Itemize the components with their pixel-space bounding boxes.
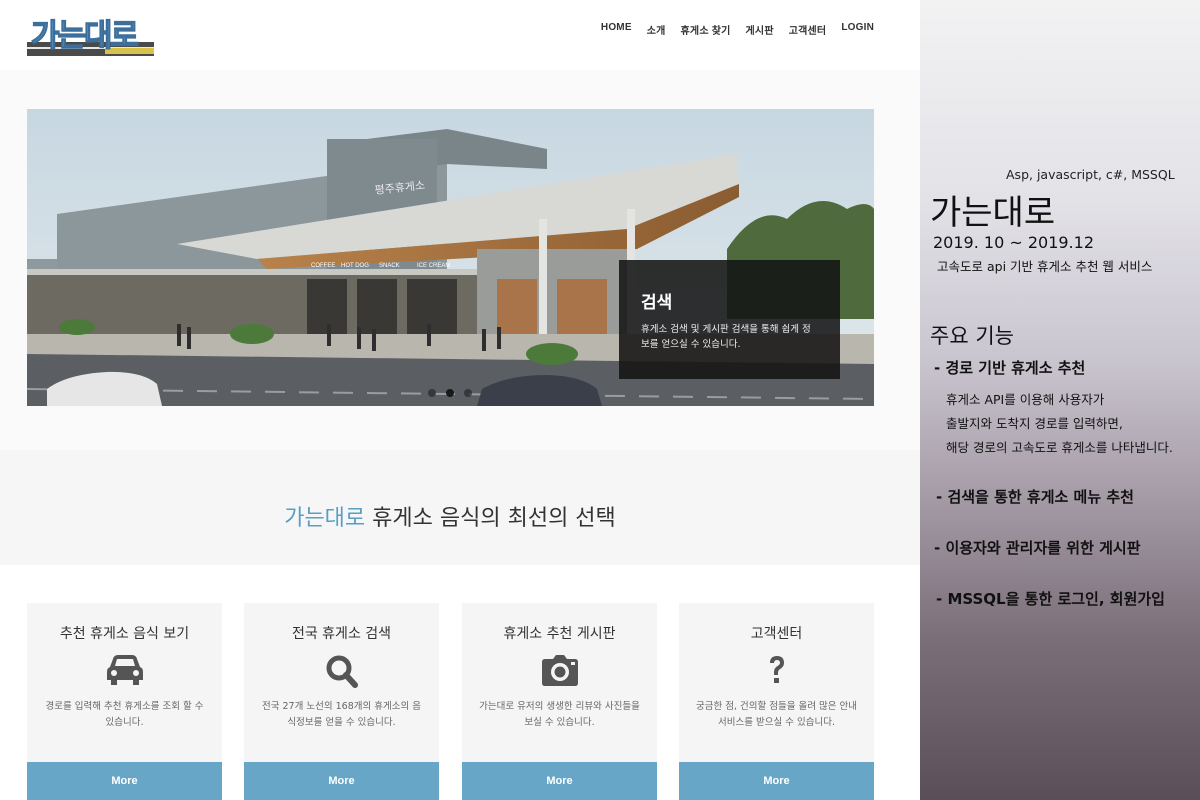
slider-dot-1[interactable] (428, 389, 436, 397)
card-title: 추천 휴게소 음식 보기 (59, 626, 190, 642)
features-heading: 주요 기능 (930, 324, 1014, 348)
nav-login[interactable]: LOGIN (841, 22, 874, 37)
shop-sign-coffee: COFFEE (311, 263, 335, 269)
project-title: 가는대로 (930, 193, 1056, 233)
feature-description-line: 휴게소 API를 이용해 사용자가 (946, 392, 1105, 407)
feature-description-line: 출발지와 도착지 경로를 입력하면, (946, 416, 1123, 431)
project-summary: 고속도로 api 기반 휴게소 추천 웹 서비스 (937, 259, 1153, 274)
card-desc: 전국 27개 노선의 168개의 휴게소의 음식정보를 얻을 수 있습니다. (262, 701, 421, 728)
feature-item: - 검색을 통한 휴게소 메뉴 추천 (936, 488, 1134, 506)
nav-about[interactable]: 소개 (647, 22, 666, 37)
feature-description: 휴게소 API를 이용해 사용자가 출발지와 도착지 경로를 입력하면, 해당 … (946, 388, 1173, 460)
svg-text:가는대로: 가는대로 (31, 18, 139, 54)
tagline: 가는대로 휴게소 음식의 최선의 선택 (0, 500, 900, 532)
nav-board[interactable]: 게시판 (746, 22, 774, 37)
card-desc: 궁금한 점, 건의할 점들을 올려 많은 안내 서비스를 받으실 수 있습니다. (696, 701, 857, 728)
feature-item: - 경로 기반 휴게소 추천 (934, 359, 1086, 377)
feature-item: - MSSQL을 통한 로그인, 회원가입 (936, 590, 1165, 608)
shop-sign-hotdog: HOT DOG (341, 263, 369, 269)
card-recommend-food: 추천 휴게소 음식 보기 경로를 입력해 추천 휴게소를 조회 할 수 있습니다… (27, 603, 222, 800)
camera-icon (540, 653, 580, 689)
feature-item: - 이용자와 관리자를 위한 게시판 (934, 539, 1141, 557)
main-nav: HOME 소개 휴게소 찾기 게시판 고객센터 LOGIN (601, 22, 874, 37)
more-button[interactable]: More (462, 762, 657, 800)
search-icon (322, 653, 362, 689)
hero-caption-title: 검색 (641, 293, 673, 313)
car-icon (105, 653, 145, 689)
card-desc: 가는대로 유저의 생생한 리뷰와 사진들을 보실 수 있습니다. (479, 701, 640, 728)
card-board: 휴게소 추천 게시판 가는대로 유저의 생생한 리뷰와 사진들을 보실 수 있습… (462, 603, 657, 800)
project-period: 2019. 10 ~ 2019.12 (933, 233, 1094, 252)
card-title: 휴게소 추천 게시판 (503, 626, 616, 642)
more-button[interactable]: More (27, 762, 222, 800)
site-header: 가는대로 HOME 소개 휴게소 찾기 게시판 고객센터 LOGIN (0, 0, 920, 70)
tagline-brand: 가는대로 (284, 506, 366, 531)
hero-caption: 검색 휴게소 검색 및 게시판 검색을 통해 쉽게 정보를 얻으실 수 있습니다… (619, 260, 840, 379)
shop-sign-icecream: ICE CREAM (417, 263, 450, 269)
website-screenshot: 가는대로 HOME 소개 휴게소 찾기 게시판 고객센터 LOGIN 평주휴게소… (0, 0, 920, 800)
question-icon (757, 653, 797, 689)
card-support: 고객센터 궁금한 점, 건의할 점들을 올려 많은 안내 서비스를 받으실 수 … (679, 603, 874, 800)
tagline-text: 휴게소 음식의 최선의 선택 (365, 506, 616, 531)
more-button[interactable]: More (244, 762, 439, 800)
site-logo[interactable]: 가는대로 (27, 14, 154, 60)
nav-support[interactable]: 고객센터 (789, 22, 827, 37)
hero-caption-text: 휴게소 검색 및 게시판 검색을 통해 쉽게 정보를 얻으실 수 있습니다. (641, 324, 811, 350)
project-description-panel: Asp, javascript, c#, MSSQL 가는대로 2019. 10… (920, 0, 1200, 800)
card-desc: 경로를 입력해 추천 휴게소를 조회 할 수 있습니다. (45, 701, 204, 728)
nav-home[interactable]: HOME (601, 22, 632, 37)
slider-dot-2[interactable] (446, 389, 454, 397)
card-search-rest-area: 전국 휴게소 검색 전국 27개 노선의 168개의 휴게소의 음식정보를 얻을… (244, 603, 439, 800)
shop-sign-snack: SNACK (379, 263, 400, 269)
card-title: 전국 휴게소 검색 (291, 626, 392, 642)
slider-dot-3[interactable] (464, 389, 472, 397)
nav-find-rest-area[interactable]: 휴게소 찾기 (681, 22, 731, 37)
card-title: 고객센터 (750, 626, 803, 642)
tech-stack: Asp, javascript, c#, MSSQL (1006, 167, 1175, 182)
more-button[interactable]: More (679, 762, 874, 800)
feature-description-line: 해당 경로의 고속도로 휴게소를 나타냅니다. (946, 440, 1173, 455)
slider-dots (428, 389, 472, 397)
